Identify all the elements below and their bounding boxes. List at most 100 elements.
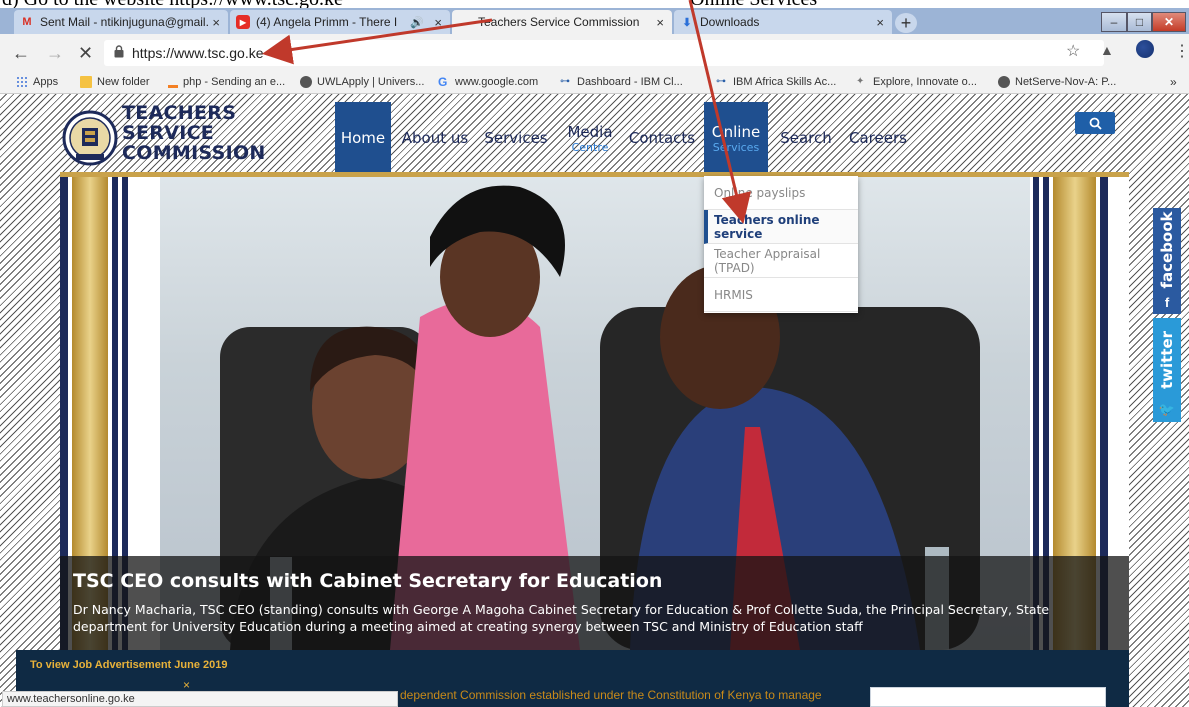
- bookmark-php[interactable]: php - Sending an e...: [168, 76, 285, 88]
- search-icon: [1089, 117, 1102, 130]
- tsc-icon: .: [463, 16, 467, 28]
- address-bar: ← → ✕ https://www.tsc.go.ke: [0, 34, 1189, 72]
- nav-label: Home: [340, 129, 386, 147]
- globe-icon: [300, 76, 312, 88]
- tab-title: Downloads: [700, 15, 760, 29]
- close-icon[interactable]: ×: [656, 15, 664, 30]
- status-bar: www.teachersonline.go.ke: [2, 691, 398, 707]
- nav-label: Search: [780, 129, 832, 147]
- close-icon[interactable]: ×: [876, 15, 884, 30]
- nav-services[interactable]: Services: [480, 102, 552, 174]
- bookmark-label: php - Sending an e...: [183, 76, 286, 88]
- window-close-button[interactable]: ✕: [1152, 12, 1186, 32]
- nav-label: Online: [711, 122, 761, 141]
- brand-wordmark[interactable]: TEACHERS SERVICE COMMISSION: [122, 104, 266, 164]
- menu-kebab-icon[interactable]: ⋮: [1174, 41, 1189, 61]
- nav-about[interactable]: About us: [398, 102, 472, 174]
- bookmark-uwlapply[interactable]: UWLApply | Univers...: [300, 76, 424, 88]
- tab-strip: M Sent Mail - ntikinjuguna@gmail. × ▶ (4…: [0, 8, 1189, 34]
- menu-item-teachers-online-service[interactable]: Teachers online service: [704, 210, 858, 244]
- omnibox[interactable]: https://www.tsc.go.ke: [104, 40, 1104, 66]
- bookmark-label: Explore, Innovate o...: [873, 76, 977, 88]
- facebook-icon: f: [1164, 295, 1170, 310]
- bookmark-label: Dashboard - IBM Cl...: [577, 76, 683, 88]
- brand-line: SERVICE: [122, 122, 215, 144]
- bookmarks-overflow-icon[interactable]: »: [1170, 75, 1177, 89]
- gmail-icon: M: [22, 16, 32, 28]
- facebook-label: facebook: [1158, 211, 1176, 289]
- twitter-button[interactable]: twitter 🐦: [1153, 318, 1181, 422]
- tab-gmail[interactable]: M Sent Mail - ntikinjuguna@gmail. ×: [14, 10, 228, 34]
- bookmark-label: IBM Africa Skills Ac...: [733, 76, 837, 88]
- nav-label: Media: [567, 122, 613, 141]
- bookmark-ibm-dashboard[interactable]: ⊶ Dashboard - IBM Cl...: [560, 76, 683, 88]
- nav-home[interactable]: Home: [335, 102, 391, 174]
- search-button[interactable]: [1075, 112, 1115, 134]
- menu-item-teacher-appraisal[interactable]: Teacher Appraisal (TPAD): [704, 244, 858, 278]
- forward-icon[interactable]: →: [46, 43, 64, 64]
- bookmark-label: www.google.com: [455, 76, 539, 88]
- nav-contacts[interactable]: Contacts: [626, 102, 698, 174]
- nav-media-centre[interactable]: Media Centre: [560, 102, 620, 174]
- stackoverflow-icon: [168, 76, 178, 88]
- facebook-button[interactable]: facebook f: [1153, 208, 1181, 314]
- drive-extension-icon[interactable]: ▲: [1100, 42, 1114, 58]
- menu-item-hrmis[interactable]: HRMIS: [704, 278, 858, 312]
- bookmark-explore[interactable]: ✦ Explore, Innovate o...: [856, 76, 977, 88]
- online-services-dropdown: Online payslips Teachers online service …: [704, 176, 858, 313]
- google-icon: G: [438, 75, 448, 89]
- nav-sublabel: Centre: [571, 140, 609, 154]
- nav-label: Services: [484, 129, 548, 147]
- menu-item-online-payslips[interactable]: Online payslips: [704, 176, 858, 210]
- twitter-label: twitter: [1158, 330, 1176, 389]
- tab-title: (4) Angela Primm - There I: [256, 15, 398, 29]
- bookmark-label: New folder: [97, 76, 150, 88]
- bookmark-label: UWLApply | Univers...: [317, 76, 425, 88]
- puzzle-icon: ✦: [856, 76, 865, 87]
- youtube-icon: ▶: [236, 15, 250, 29]
- tab-title: Teachers Service Commission: [478, 15, 640, 29]
- side-panel: [870, 687, 1106, 707]
- back-icon[interactable]: ←: [12, 43, 30, 64]
- key-icon: ⊶: [560, 76, 570, 87]
- nav-search[interactable]: Search: [776, 102, 836, 174]
- tsc-logo[interactable]: [62, 110, 118, 166]
- apps-grid-icon: [16, 76, 28, 88]
- close-icon[interactable]: ×: [212, 15, 220, 30]
- tab-tsc[interactable]: . Teachers Service Commission ×: [452, 10, 672, 34]
- url-text: https://www.tsc.go.ke: [132, 45, 264, 61]
- lock-icon: [114, 45, 124, 58]
- bookmark-label: NetServe-Nov-A: P...: [1015, 76, 1117, 88]
- bookmark-google[interactable]: G www.google.com: [438, 76, 538, 88]
- close-icon[interactable]: ×: [183, 678, 190, 692]
- folder-icon: [80, 76, 92, 88]
- tab-title: Sent Mail - ntikinjuguna@gmail.: [40, 15, 209, 29]
- bookmark-netserve[interactable]: NetServe-Nov-A: P...: [998, 76, 1116, 88]
- nav-sublabel: Services: [712, 140, 760, 154]
- nav-label: Contacts: [628, 129, 696, 147]
- bookmark-ibm-africa[interactable]: ⊶ IBM Africa Skills Ac...: [716, 76, 836, 88]
- minimize-button[interactable]: –: [1101, 12, 1127, 32]
- hero-title[interactable]: TSC CEO consults with Cabinet Secretary …: [73, 570, 662, 592]
- bookmark-new-folder[interactable]: New folder: [80, 76, 150, 88]
- close-icon[interactable]: ×: [434, 15, 442, 30]
- nav-label: Careers: [849, 129, 907, 147]
- nav-careers[interactable]: Careers: [846, 102, 910, 174]
- nav-online-services[interactable]: Online Services: [704, 102, 768, 174]
- maximize-button[interactable]: □: [1127, 12, 1152, 32]
- stop-icon[interactable]: ✕: [78, 43, 93, 64]
- bookmarks-bar: Apps New folder php - Sending an e... UW…: [0, 72, 1189, 94]
- tab-youtube[interactable]: ▶ (4) Angela Primm - There I 🔊 ×: [230, 10, 450, 34]
- key-icon: ⊶: [716, 76, 726, 87]
- bookmark-star-icon[interactable]: ☆: [1066, 41, 1080, 61]
- download-icon: ⬇: [682, 16, 692, 29]
- twitter-bird-icon: 🐦: [1158, 402, 1176, 417]
- new-tab-button[interactable]: +: [895, 13, 917, 33]
- tab-downloads[interactable]: ⬇ Downloads ×: [674, 10, 892, 34]
- profile-extension-icon[interactable]: [1136, 40, 1154, 58]
- job-advert-link[interactable]: To view Job Advertisement June 2019: [30, 659, 227, 671]
- hero-description: Dr Nancy Macharia, TSC CEO (standing) co…: [73, 602, 1050, 634]
- globe-icon: [998, 76, 1010, 88]
- bookmark-apps[interactable]: Apps: [16, 76, 58, 88]
- nav-label: About us: [401, 129, 469, 147]
